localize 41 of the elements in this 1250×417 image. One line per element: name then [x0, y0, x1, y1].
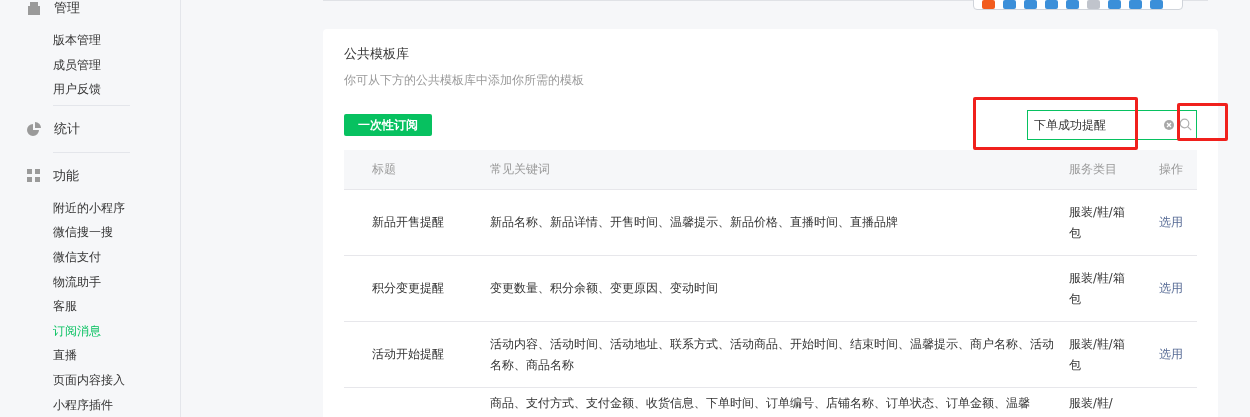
table-cell-text: 活动内容、活动时间、活动地址、联系方式、活动商品、开始时间、结束时间、温馨提示、商户名称、活动名称、商品名称: [490, 335, 1055, 374]
table-cell-text: 服装/鞋/: [1069, 395, 1114, 412]
sidebar-item[interactable]: 微信搜一搜: [53, 220, 180, 245]
sidebar-item[interactable]: 版本管理: [53, 28, 180, 53]
sidebar-item[interactable]: 物流助手: [53, 269, 180, 295]
select-link[interactable]: 选用: [1159, 215, 1183, 229]
sidebar-item[interactable]: 小程序插件: [53, 392, 180, 417]
table-cell-text: 变更数量、积分余额、变更原因、变动时间: [490, 280, 719, 297]
grid-icon: [27, 169, 40, 183]
highlight-frame: [1177, 103, 1228, 141]
sidebar-item[interactable]: 附近的小程序: [53, 195, 180, 221]
sidebar-group-label[interactable]: 功能: [53, 166, 79, 185]
clear-icon[interactable]: [1164, 119, 1174, 130]
sidebar-item[interactable]: 成员管理: [53, 52, 180, 78]
sidebar-item[interactable]: 微信支付: [53, 244, 180, 270]
sidebar-group-label[interactable]: 管理: [54, 0, 80, 17]
search-field[interactable]: 下单成功提醒: [1027, 110, 1197, 140]
table-cell-text: 服装/鞋/箱包: [1069, 203, 1126, 242]
sidebar-item[interactable]: 直播: [53, 343, 180, 368]
sidebar-item[interactable]: 页面内容接入: [53, 367, 180, 393]
column-header: 服务类目: [1069, 161, 1118, 178]
search-icon[interactable]: [1179, 118, 1192, 131]
select-link[interactable]: 选用: [1159, 281, 1183, 295]
table-cell: 新品开售提醒: [372, 215, 444, 229]
sidebar-item[interactable]: 用户反馈: [53, 77, 180, 102]
table-cell: 积分变更提醒: [372, 281, 444, 295]
column-header: 标题: [371, 161, 397, 178]
table-cell-text: 服装/鞋/箱包: [1069, 269, 1126, 308]
table-cell-text: 商品、支付方式、支付金额、收货信息、下单时间、订单编号、店铺名称、订单状态、订单金额、温馨: [490, 395, 1031, 412]
table-cell: 活动开始提醒: [372, 347, 444, 361]
select-link[interactable]: 选用: [1159, 347, 1183, 361]
sidebar-item[interactable]: 客服: [53, 294, 180, 319]
table-cell-text: 服装/鞋/箱包: [1069, 335, 1126, 374]
column-header: 操作: [1159, 161, 1184, 178]
column-header: 常见关键词: [490, 161, 551, 178]
inbox-icon: [27, 1, 41, 15]
sidebar-group-label[interactable]: 统计: [54, 119, 80, 138]
table-cell-text: 新品名称、新品详情、开售时间、温馨提示、新品价格、直播时间、直播品牌: [490, 214, 899, 231]
pie-chart-icon: [27, 121, 41, 136]
section-subtitle: 你可从下方的公共模板库中添加你所需的模板: [344, 72, 585, 89]
section-title: 公共模板库: [344, 45, 410, 63]
